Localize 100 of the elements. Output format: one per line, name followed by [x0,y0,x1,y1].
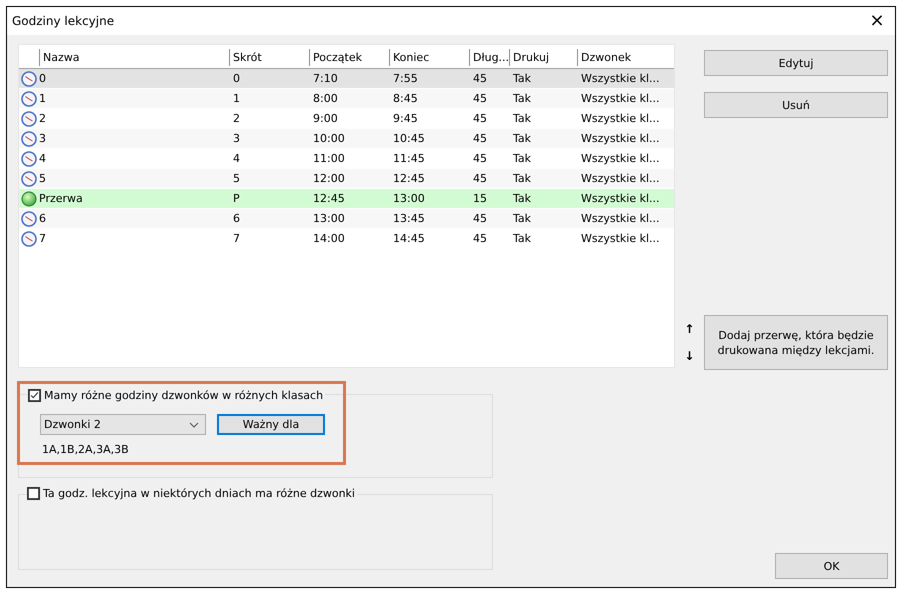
table-row[interactable]: 5 5 12:00 12:45 45 Tak Wszystkie kl... [19,169,674,189]
table-cell-text: 1 [232,92,241,105]
table-cell-text: 6 [39,212,47,225]
table-cell-text: Tak [512,112,532,125]
table-cell-text: 4 [232,152,241,165]
table-cell-text: Tak [512,192,532,205]
table-cell-text: 7:10 [312,72,339,85]
clock-icon [21,210,37,226]
add-break-button[interactable]: Dodaj przerwę, która będzie drukowana między lekcjami. [704,315,888,370]
window-title: Godziny lekcyjne [12,14,114,28]
table-cell-text: 45 [472,132,488,145]
table-cell-text: 0 [39,72,47,85]
table-cell-text: 13:00 [312,212,346,225]
clock-icon [21,130,37,146]
table-cell-text: 13:00 [392,192,426,205]
move-up-button[interactable]: ↑ [684,321,695,338]
class-list: 1A,1B,2A,3A,3B [42,443,129,456]
column-header[interactable]: Skrót [229,49,309,66]
valid-for-button[interactable]: Ważny dla [217,414,325,435]
dropdown[interactable]: Dzwonki 2 [40,414,206,435]
table-cell-text: 45 [472,92,488,105]
table-cell-text: 9:45 [392,112,419,125]
table-cell-text: 10:00 [312,132,346,145]
edit-button[interactable]: Edytuj [704,50,888,76]
clock-icon [21,230,37,246]
table-cell-text: P [232,192,241,205]
table-cell-text: Wszystkie kl... [580,212,659,225]
checkbox-label: Ta godz. lekcyjna w niektórych dniach ma różne dzwonki [43,487,355,500]
column-header[interactable]: Koniec [389,49,469,66]
table-cell-text: Tak [512,172,532,185]
table-cell-text: 15 [472,192,488,205]
table-cell-text: 11:45 [392,152,426,165]
break-circle-icon [21,190,37,206]
clock-icon [21,90,37,106]
table-row[interactable]: 6 6 13:00 13:45 45 Tak Wszystkie kl... [19,209,674,229]
column-header[interactable]: Drukuj [509,49,577,66]
table-cell-text: 4 [39,152,47,165]
table-cell-text: Tak [512,132,532,145]
table-cell-text: 7 [232,232,241,245]
table-cell-text: Wszystkie kl... [580,192,659,205]
ok-button[interactable]: OK [775,553,888,579]
clock-icon [21,170,37,186]
table-cell-text: 2 [39,112,47,125]
checkbox[interactable] [27,487,40,500]
table-cell-text: Tak [512,92,532,105]
table-cell-text: 7:55 [392,72,419,85]
checkbox[interactable] [28,389,41,402]
table-row[interactable]: 3 3 10:00 10:45 45 Tak Wszystkie kl... [19,129,674,149]
table-cell-text: 12:45 [392,172,426,185]
table-cell-text: Tak [512,152,532,165]
table-cell-text: Wszystkie kl... [580,172,659,185]
clock-icon [21,110,37,126]
table-cell-text: Wszystkie kl... [580,132,659,145]
table-cell-text: 12:00 [312,172,346,185]
table-cell-text: 13:45 [392,212,426,225]
close-button[interactable]: × [859,11,895,31]
table-cell-text: 45 [472,212,488,225]
table-cell-text: 14:45 [392,232,426,245]
column-header[interactable]: Dzwonek [577,49,659,66]
table-cell-text: Tak [512,212,532,225]
table-row[interactable]: 0 0 7:10 7:55 45 Tak Wszystkie kl... [19,69,674,89]
checkbox-label: Mamy różne godziny dzwonków w różnych klasach [44,389,324,402]
table-cell-text: 12:45 [312,192,346,205]
table-cell-text: Tak [512,72,532,85]
table-row[interactable]: 1 1 8:00 8:45 45 Tak Wszystkie kl... [19,89,674,109]
table-cell-text: Wszystkie kl... [580,72,659,85]
table-cell-text: 5 [39,172,47,185]
column-header[interactable]: Początek [309,49,389,66]
chevron-down-icon [189,422,199,428]
table-cell-text: 3 [232,132,241,145]
table-cell-text: 6 [232,212,241,225]
table-cell-text: 10:45 [392,132,426,145]
table-cell-text: Tak [512,232,532,245]
move-down-button[interactable]: ↓ [684,348,695,365]
table-cell-text: 45 [472,72,488,85]
column-header[interactable]: Dług... [469,49,509,66]
table-cell-text: 45 [472,112,488,125]
table-cell-text: 5 [232,172,241,185]
table-cell-text: 45 [472,232,488,245]
table-cell-text: Wszystkie kl... [580,232,659,245]
table-cell-text: 1 [39,92,47,105]
table-cell-text: 45 [472,152,488,165]
table-cell-text: 7 [39,232,47,245]
clock-icon [21,70,37,86]
clock-icon [21,150,37,166]
table-cell-text: 2 [232,112,241,125]
table-cell-text: 8:45 [392,92,419,105]
table-cell-text: 0 [232,72,241,85]
table-cell-text: 14:00 [312,232,346,245]
table-cell-text: 3 [39,132,47,145]
table-cell-text: Wszystkie kl... [580,112,659,125]
table-row[interactable]: 7 7 14:00 14:45 45 Tak Wszystkie kl... [19,229,674,249]
table-cell-text: 11:00 [312,152,346,165]
table-cell-text: 45 [472,172,488,185]
table-cell-text: 8:00 [312,92,339,105]
column-header[interactable]: Nazwa [39,49,229,66]
delete-button[interactable]: Usuń [704,92,888,118]
table-cell-text: Przerwa [39,192,84,205]
table-row[interactable]: Przerwa P 12:45 13:00 15 Tak Wszystkie kl... [19,189,674,209]
table-cell-text: Wszystkie kl... [580,92,659,105]
